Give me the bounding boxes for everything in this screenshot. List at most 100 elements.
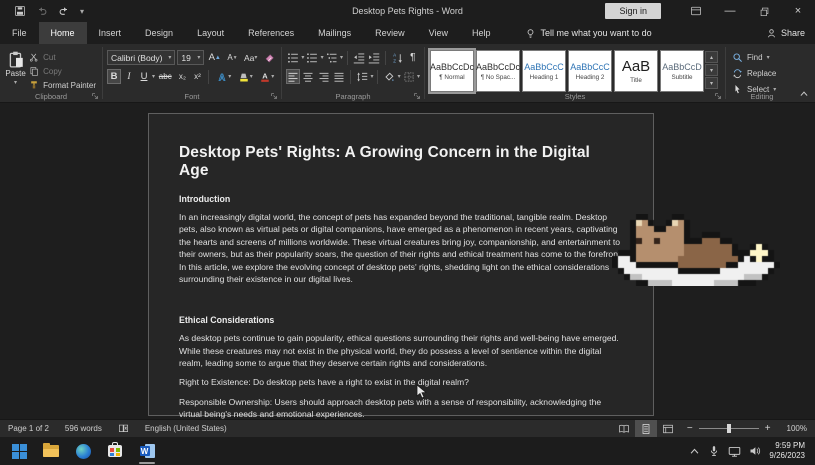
- proofing-status-icon[interactable]: [110, 420, 137, 437]
- cut-button[interactable]: Cut: [27, 51, 98, 63]
- subscript-button[interactable]: x₂: [175, 69, 189, 84]
- tab-file[interactable]: File: [0, 22, 39, 44]
- format-painter-button[interactable]: Format Painter: [27, 79, 98, 91]
- tell-me-box[interactable]: Tell me what you want to do: [525, 22, 652, 44]
- tab-references[interactable]: References: [236, 22, 306, 44]
- web-layout-button[interactable]: [657, 420, 679, 438]
- zoom-slider-handle[interactable]: [727, 424, 731, 433]
- font-name-select[interactable]: Calibri (Body)▾: [107, 50, 175, 65]
- replace-button[interactable]: Replace: [730, 67, 778, 80]
- undo-icon[interactable]: [36, 5, 48, 17]
- shrink-font-button[interactable]: A▼: [225, 50, 240, 65]
- tab-mailings[interactable]: Mailings: [306, 22, 363, 44]
- language-indicator[interactable]: English (United States): [137, 420, 235, 437]
- restore-button[interactable]: [747, 0, 781, 22]
- find-button[interactable]: Find▾: [730, 51, 778, 64]
- superscript-button[interactable]: x²: [190, 69, 204, 84]
- borders-dropdown-icon[interactable]: ▾: [417, 73, 420, 80]
- zoom-slider[interactable]: [699, 428, 759, 429]
- line-spacing-button[interactable]: [355, 69, 369, 84]
- tab-layout[interactable]: Layout: [185, 22, 236, 44]
- word-taskbar-button[interactable]: W: [134, 438, 160, 464]
- tab-insert[interactable]: Insert: [87, 22, 134, 44]
- style-no-spacing[interactable]: AaBbCcDc ¶ No Spac...: [476, 50, 520, 92]
- microsoft-store-button[interactable]: [102, 438, 128, 464]
- copy-button[interactable]: Copy: [27, 65, 98, 77]
- style-subtitle[interactable]: AaBbCcD Subtitle: [660, 50, 704, 92]
- hidden-icons-chevron-icon[interactable]: [689, 446, 700, 457]
- change-case-button[interactable]: Aa▾: [242, 50, 260, 65]
- align-right-button[interactable]: [317, 69, 331, 84]
- increase-indent-button[interactable]: [367, 50, 381, 65]
- numbering-button[interactable]: [305, 50, 319, 65]
- print-layout-button[interactable]: [635, 420, 657, 438]
- tab-home[interactable]: Home: [39, 22, 87, 44]
- paste-button[interactable]: Paste ▾: [4, 48, 27, 88]
- shading-dropdown-icon[interactable]: ▾: [398, 73, 401, 80]
- multilevel-list-button[interactable]: [325, 50, 339, 65]
- font-dialog-launcher-icon[interactable]: [270, 92, 278, 100]
- strikethrough-button[interactable]: abc: [156, 69, 174, 84]
- customize-qat-icon[interactable]: ▾: [80, 7, 84, 16]
- styles-dialog-launcher-icon[interactable]: [714, 92, 722, 100]
- decrease-indent-button[interactable]: [352, 50, 366, 65]
- desktop-pet-cat-icon[interactable]: [612, 214, 780, 291]
- zoom-in-button[interactable]: +: [765, 423, 771, 434]
- collapse-ribbon-icon[interactable]: [799, 89, 809, 99]
- tab-review[interactable]: Review: [363, 22, 417, 44]
- style-title[interactable]: AaB Title: [614, 50, 658, 92]
- tab-design[interactable]: Design: [133, 22, 185, 44]
- speaker-icon[interactable]: [749, 445, 761, 457]
- page-indicator[interactable]: Page 1 of 2: [0, 420, 57, 437]
- edge-button[interactable]: [70, 438, 96, 464]
- text-effects-button[interactable]: A▾: [213, 69, 234, 84]
- paragraph-dialog-launcher-icon[interactable]: [413, 92, 421, 100]
- italic-button[interactable]: I: [122, 69, 136, 84]
- borders-button[interactable]: [402, 69, 416, 84]
- zoom-level[interactable]: 100%: [779, 424, 815, 433]
- underline-dropdown-icon[interactable]: ▾: [152, 73, 155, 80]
- file-explorer-button[interactable]: [38, 438, 64, 464]
- styles-more-icon[interactable]: ▾: [705, 77, 718, 89]
- redo-icon[interactable]: [58, 5, 70, 17]
- read-mode-button[interactable]: [613, 420, 635, 438]
- bullets-dropdown-icon[interactable]: ▾: [301, 54, 304, 61]
- style-heading2[interactable]: AaBbCcC Heading 2: [568, 50, 612, 92]
- justify-button[interactable]: [332, 69, 346, 84]
- zoom-out-button[interactable]: −: [687, 423, 693, 434]
- close-button[interactable]: ×: [781, 0, 815, 22]
- start-button[interactable]: [6, 438, 32, 464]
- ribbon-display-options-icon[interactable]: [679, 0, 713, 22]
- network-display-icon[interactable]: [728, 445, 741, 458]
- style-normal[interactable]: AaBbCcDc ¶ Normal: [430, 50, 474, 92]
- document-page[interactable]: Desktop Pets' Rights: A Growing Concern …: [148, 113, 654, 416]
- multilevel-dropdown-icon[interactable]: ▾: [340, 54, 343, 61]
- sign-in-button[interactable]: Sign in: [605, 3, 661, 19]
- word-count[interactable]: 596 words: [57, 420, 110, 437]
- grow-font-button[interactable]: A▲: [206, 50, 223, 65]
- align-center-button[interactable]: [301, 69, 315, 84]
- sort-button[interactable]: AZ: [390, 50, 404, 65]
- tab-view[interactable]: View: [417, 22, 460, 44]
- clipboard-dialog-launcher-icon[interactable]: [91, 92, 99, 100]
- bold-button[interactable]: B: [107, 69, 121, 84]
- show-hide-marks-button[interactable]: ¶: [406, 50, 420, 65]
- styles-scroll-up-icon[interactable]: ▴: [705, 51, 718, 63]
- style-heading1[interactable]: AaBbCcC Heading 1: [522, 50, 566, 92]
- line-spacing-dropdown-icon[interactable]: ▾: [370, 73, 373, 80]
- tab-help[interactable]: Help: [460, 22, 503, 44]
- microphone-icon[interactable]: [708, 445, 720, 457]
- save-icon[interactable]: [14, 5, 26, 17]
- share-button[interactable]: Share: [766, 22, 805, 44]
- taskbar-clock[interactable]: 9:59 PM 9/26/2023: [769, 441, 805, 461]
- shading-button[interactable]: [382, 69, 396, 84]
- minimize-button[interactable]: —: [713, 0, 747, 22]
- font-color-button[interactable]: A▾: [256, 69, 277, 84]
- align-left-button[interactable]: [286, 69, 300, 84]
- numbering-dropdown-icon[interactable]: ▾: [321, 54, 324, 61]
- font-size-select[interactable]: 19▾: [177, 50, 204, 65]
- bullets-button[interactable]: [286, 50, 300, 65]
- highlight-color-button[interactable]: ▾: [235, 69, 256, 84]
- styles-scroll-down-icon[interactable]: ▾: [705, 64, 718, 76]
- clear-formatting-button[interactable]: [261, 50, 277, 65]
